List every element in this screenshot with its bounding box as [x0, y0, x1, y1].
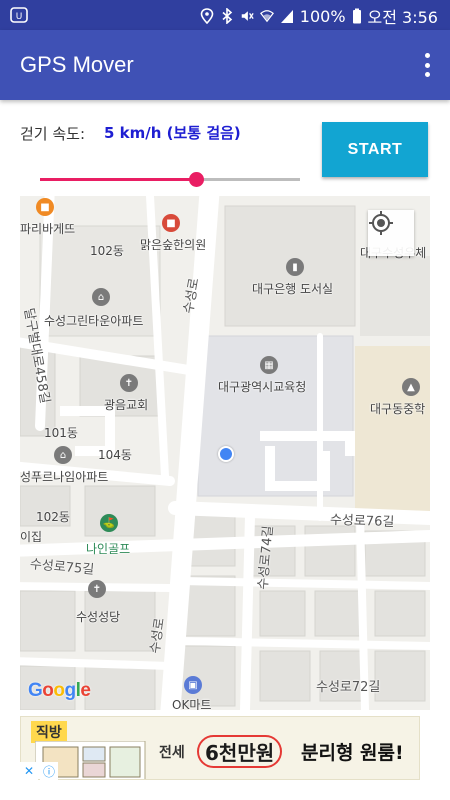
government-marker-icon[interactable]: ▦: [260, 356, 278, 374]
overflow-menu-icon[interactable]: [418, 50, 436, 80]
map-label-dongjung: 대구동중학: [370, 402, 426, 416]
bluetooth-icon: [222, 8, 232, 24]
ad-controls: ✕ ⓘ: [20, 762, 58, 780]
current-location-dot: [218, 446, 234, 462]
speed-slider[interactable]: [40, 170, 300, 190]
speed-label: 걷기 속도:: [20, 125, 86, 143]
map-label-clinic: 맑은숲한의원: [140, 238, 207, 252]
status-bar: U 100% 오전 3:56: [0, 0, 450, 30]
my-location-button[interactable]: [368, 210, 414, 256]
mart-marker-icon[interactable]: ▣: [184, 676, 202, 694]
school-marker-icon[interactable]: ▲: [402, 378, 420, 396]
map-label-suseong76: 수성로76길: [329, 512, 395, 531]
ad-banner[interactable]: 직방 전세 6천만원 분리형 원룸!: [20, 716, 420, 780]
church-marker-icon[interactable]: ✝: [120, 374, 138, 392]
ad-headline: 분리형 원룸!: [301, 742, 404, 764]
status-time: 오전 3:56: [367, 8, 438, 27]
map-label-ok-mart: OK마트: [172, 698, 212, 710]
bakery-marker-icon[interactable]: ■: [36, 198, 54, 216]
map-label-102a: 102동: [90, 244, 124, 258]
app-notification-icon: U: [10, 7, 28, 23]
app-bar: GPS Mover: [0, 30, 450, 100]
map-label-102b: 102동: [36, 510, 70, 524]
slider-fill: [40, 178, 196, 181]
my-location-icon: [369, 211, 393, 235]
map-label-purunae: 성푸르나임아파트: [20, 470, 109, 484]
map-label-suseong72: 수성로72길: [316, 680, 381, 695]
map-label-nain-golf: 나인골프: [86, 542, 131, 556]
battery-percent: 100%: [299, 6, 346, 26]
battery-icon: [352, 8, 361, 24]
info-icon[interactable]: ⓘ: [40, 762, 58, 780]
app-root: U 100% 오전 3:56 GPS Mover 걷기 속도: 5 km/h (…: [0, 0, 450, 800]
golf-marker-icon[interactable]: ⛳: [100, 514, 118, 532]
ad-brand: 직방: [31, 721, 67, 743]
mute-icon: [241, 11, 254, 21]
map-label-ijip: 이집: [20, 530, 43, 544]
map-label-paris: 파리바게뜨: [20, 222, 76, 236]
map-label-education-office: 대구광역시교육청: [218, 380, 307, 394]
speed-value: 5 km/h (보통 걸음): [104, 124, 241, 142]
church-marker-icon[interactable]: ✝: [88, 580, 106, 598]
signal-icon: [280, 10, 293, 23]
apartment-marker-icon[interactable]: ⌂: [54, 446, 72, 464]
map-label-gwangeum-church: 광음교회: [104, 398, 149, 412]
svg-text:U: U: [16, 12, 23, 22]
wifi-icon: [259, 10, 274, 23]
google-logo: Google: [28, 680, 91, 701]
clinic-marker-icon[interactable]: ■: [162, 214, 180, 232]
map-label-101: 101동: [44, 426, 78, 440]
ad-prefix: 전세: [159, 745, 185, 761]
close-icon[interactable]: ✕: [20, 762, 38, 780]
map-label-104: 104동: [98, 448, 132, 462]
map-label-green-town: 수성그린타운아파트: [44, 314, 144, 328]
start-button[interactable]: START: [322, 122, 428, 177]
slider-thumb[interactable]: [189, 172, 204, 187]
location-icon: [200, 8, 214, 24]
ad-highlight: 6천만원: [197, 735, 283, 768]
library-marker-icon[interactable]: ▮: [286, 258, 304, 276]
map-label-suseong-cathedral: 수성성당: [76, 610, 121, 624]
app-title: GPS Mover: [20, 52, 134, 77]
status-icons: 100% 오전 3:56: [200, 4, 438, 28]
map-view[interactable]: ■ ■ ▮ ⌂ ▦ ✝ ▲ ⌂ ⛳ ✝ ▣ 파리바게뜨 102동 맑은숲한의원 …: [20, 196, 430, 710]
apartment-marker-icon[interactable]: ⌂: [92, 288, 110, 306]
map-label-daegu-bank: 대구은행 도서실: [252, 282, 334, 296]
